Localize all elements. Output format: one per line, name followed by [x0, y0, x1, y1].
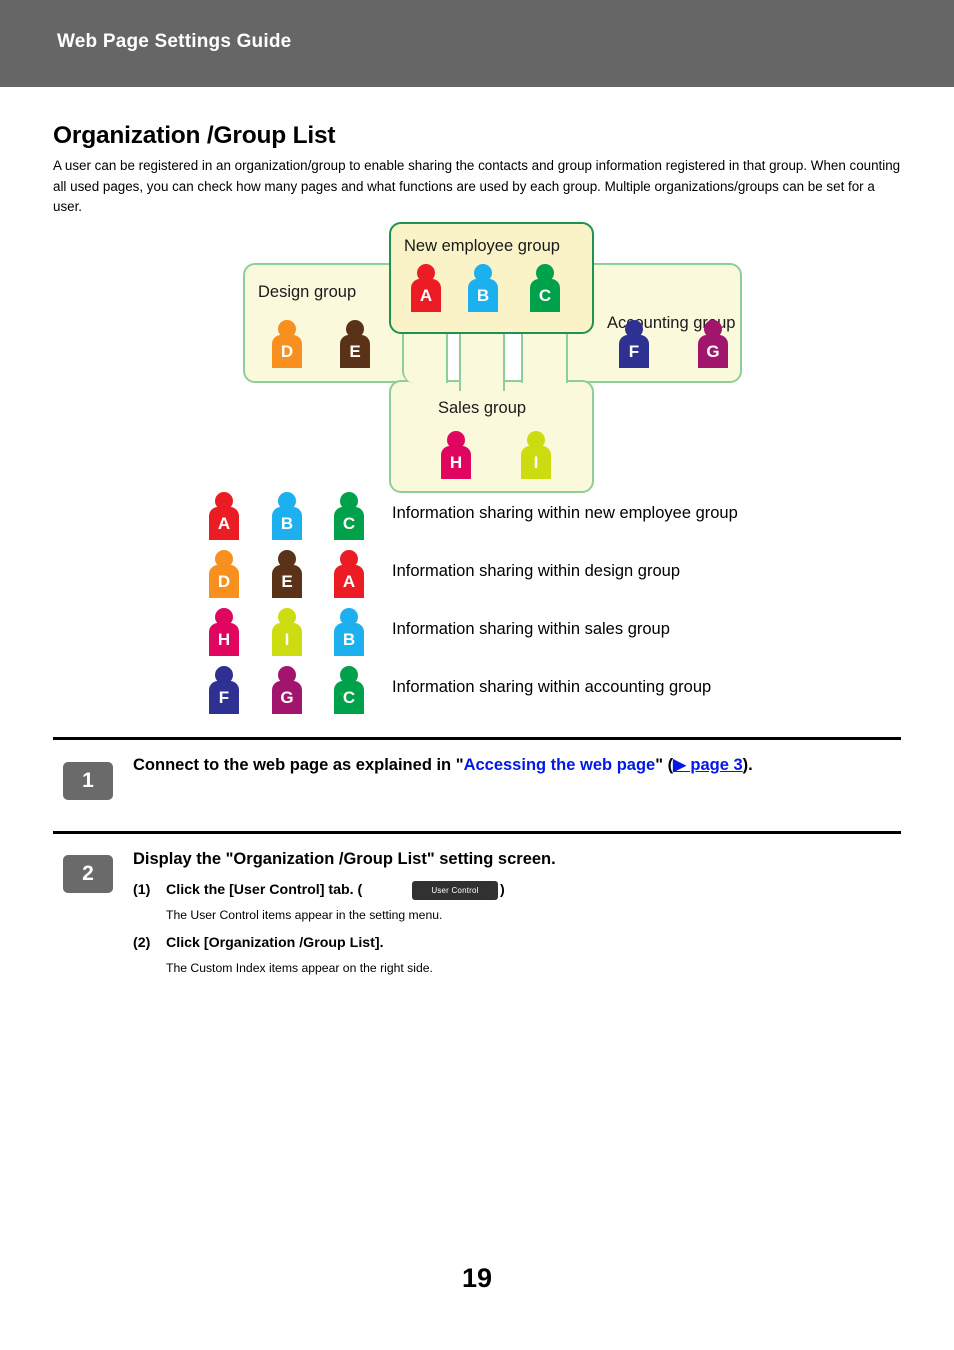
group-label-sales: Sales group — [438, 399, 527, 417]
person-icon-g: G — [698, 320, 728, 368]
person-letter: I — [533, 453, 539, 472]
person-letter: B — [476, 286, 490, 305]
person-icon-d: D — [209, 550, 239, 598]
divider — [53, 831, 901, 834]
legend-row: H I B Information sharing within sales g… — [0, 603, 954, 661]
guide-title: Web Page Settings Guide — [57, 31, 292, 52]
substep-1-text: Click the [User Control] tab. ( — [166, 882, 363, 898]
person-letter: B — [280, 514, 294, 533]
person-letter: C — [538, 286, 552, 305]
step-1-text-c: ). — [742, 756, 753, 774]
step-badge-1: 1 — [63, 762, 113, 800]
page-title: Organization /Group List — [53, 122, 336, 150]
person-icon-h: H — [209, 608, 239, 656]
person-letter: G — [706, 342, 720, 361]
step-1-instruction: Connect to the web page as explained in … — [133, 754, 901, 777]
step-1-link-page-3[interactable]: ▶ page 3 — [673, 756, 743, 774]
person-letter: G — [280, 688, 294, 707]
sharing-legend: A B C Information sharing within new emp… — [0, 487, 954, 719]
group-box-sales: Sales group — [389, 380, 594, 493]
person-letter: H — [217, 630, 231, 649]
person-icon-i: I — [272, 608, 302, 656]
legend-label: Information sharing within new employee … — [392, 504, 738, 522]
person-icon-h: H — [441, 431, 471, 479]
substep-2-description: The Custom Index items appear on the rig… — [166, 961, 433, 975]
person-letter: E — [281, 572, 293, 591]
person-letter: A — [217, 514, 231, 533]
person-icon-e: E — [340, 320, 370, 368]
group-label-design: Design group — [258, 283, 357, 301]
person-letter: C — [342, 688, 356, 707]
person-icon-b: B — [272, 492, 302, 540]
person-icon-c: C — [334, 492, 364, 540]
substep-1-description: The User Control items appear in the set… — [166, 908, 443, 922]
substep-2-text: Click [Organization /Group List]. — [166, 935, 384, 951]
person-letter: H — [449, 453, 463, 472]
legend-row: F G C Information sharing within account… — [0, 661, 954, 719]
person-icon-c: C — [334, 666, 364, 714]
person-icon-a: A — [334, 550, 364, 598]
person-icon-f: F — [619, 320, 649, 368]
person-icon-c: C — [530, 264, 560, 312]
step-2-instruction: Display the "Organization /Group List" s… — [133, 850, 556, 868]
person-letter: A — [342, 572, 356, 591]
person-letter: F — [628, 342, 640, 361]
person-letter: D — [217, 572, 231, 591]
divider — [53, 737, 901, 740]
group-label-new-employee: New employee group — [404, 237, 560, 255]
person-icon-f: F — [209, 666, 239, 714]
person-letter: F — [218, 688, 230, 707]
step-1-text-b: " ( — [655, 756, 674, 774]
person-letter: E — [349, 342, 361, 361]
person-icon-i: I — [521, 431, 551, 479]
step-badge-2: 2 — [63, 855, 113, 893]
legend-label: Information sharing within sales group — [392, 620, 670, 638]
step-1-text-a: Connect to the web page as explained in … — [133, 756, 464, 774]
substep-1-number: (1) — [133, 882, 151, 898]
organization-group-diagram: Design group Accounting group Sales grou… — [0, 215, 954, 493]
person-icon-b: B — [334, 608, 364, 656]
person-icon-g: G — [272, 666, 302, 714]
intro-paragraph: A user can be registered in an organizat… — [53, 158, 901, 215]
person-icon-b: B — [468, 264, 498, 312]
person-icon-a: A — [209, 492, 239, 540]
page-number: 19 — [461, 1263, 493, 1293]
substep-1-text-after: ) — [500, 882, 505, 898]
legend-label: Information sharing within design group — [392, 562, 681, 580]
person-letter: A — [419, 286, 433, 305]
person-icon-e: E — [272, 550, 302, 598]
person-letter: C — [342, 514, 356, 533]
person-letter: B — [342, 630, 356, 649]
person-icon-d: D — [272, 320, 302, 368]
person-letter: I — [284, 630, 290, 649]
substep-2-number: (2) — [133, 935, 151, 951]
legend-row: A B C Information sharing within new emp… — [0, 487, 954, 545]
person-icon-a: A — [411, 264, 441, 312]
user-control-tab-chip[interactable]: User Control — [412, 881, 498, 900]
legend-row: D E A Information sharing within design … — [0, 545, 954, 603]
step-1-link-accessing[interactable]: Accessing the web page — [464, 756, 656, 774]
person-letter: D — [280, 342, 294, 361]
legend-label: Information sharing within accounting gr… — [392, 678, 712, 696]
